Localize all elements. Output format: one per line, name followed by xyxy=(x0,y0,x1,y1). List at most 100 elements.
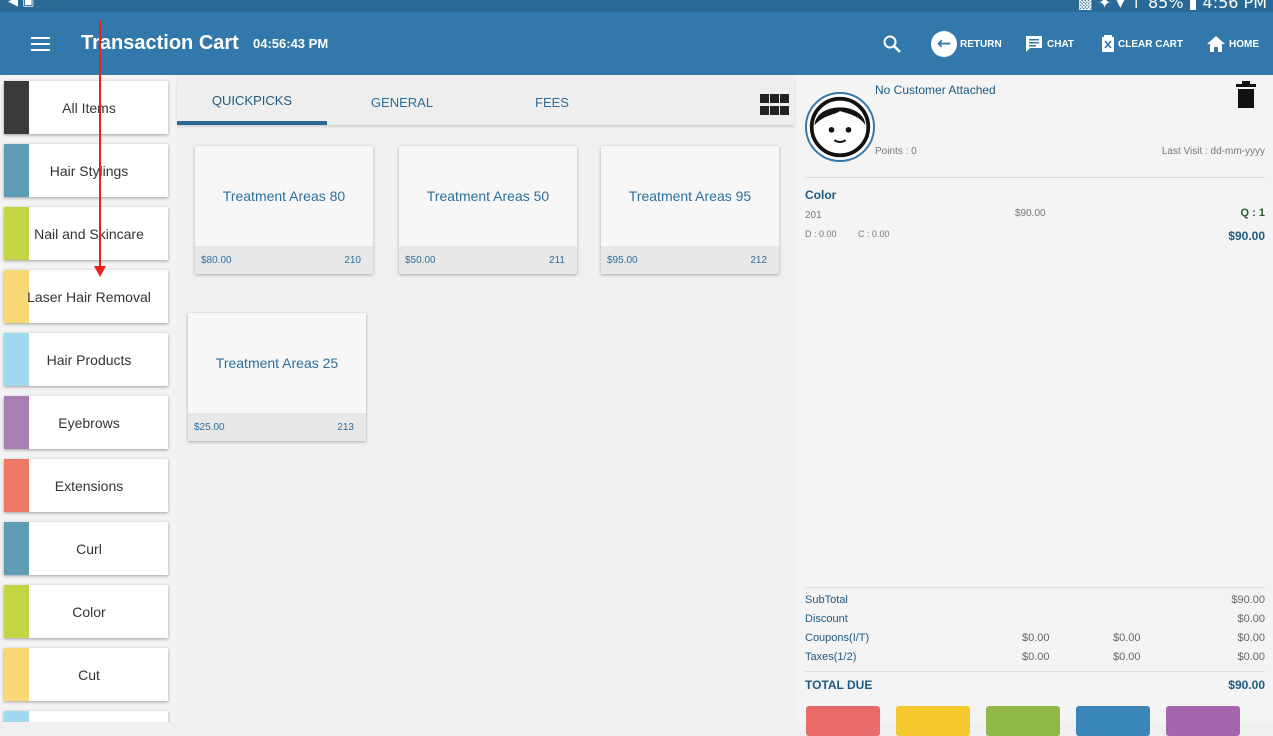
category-extensions[interactable]: Extensions xyxy=(4,459,168,512)
clear-cart-label: CLEAR CART xyxy=(1118,38,1183,50)
line-item-total: $90.00 xyxy=(1228,229,1265,243)
return-icon: ← xyxy=(931,31,957,57)
product-name: Treatment Areas 80 xyxy=(222,188,346,204)
category-label: Curl xyxy=(76,540,102,557)
line-item-qty: Q : 1 xyxy=(1240,207,1265,219)
category-nail-and-skincare[interactable]: Nail and Skincare xyxy=(4,207,168,260)
category-partial[interactable] xyxy=(4,711,168,722)
category-curl[interactable]: Curl xyxy=(4,522,168,575)
line-item-code: 201 xyxy=(805,210,822,221)
return-label: RETURN xyxy=(960,38,1002,50)
coupons-label: Coupons(I/T) xyxy=(805,632,870,644)
payment-button-5[interactable] xyxy=(1166,706,1240,736)
discount-value: $0.00 xyxy=(1237,613,1265,625)
tab-quickpicks[interactable]: QUICKPICKS xyxy=(177,80,327,125)
cart-panel: No Customer Attached Points : 0 Last Vis… xyxy=(797,75,1273,736)
home-button[interactable]: HOME xyxy=(1206,30,1259,58)
total-due-row: TOTAL DUE $90.00 xyxy=(805,678,1265,692)
taxes-label: Taxes(1/2) xyxy=(805,651,857,663)
chat-icon xyxy=(1026,36,1042,52)
customer-name[interactable]: No Customer Attached xyxy=(875,83,996,97)
page-title: Transaction Cart xyxy=(81,32,239,54)
discount-row: Discount $0.00 xyxy=(805,613,1265,631)
product-card[interactable]: Treatment Areas 80 $80.00 210 xyxy=(195,146,373,274)
coupons-row: Coupons(I/T) $0.00 $0.00 $0.00 xyxy=(805,632,1265,650)
total-due-value: $90.00 xyxy=(1228,678,1265,692)
category-hair-products[interactable]: Hair Products xyxy=(4,333,168,386)
annotation-arrowhead xyxy=(94,266,106,277)
chat-label: CHAT xyxy=(1047,38,1075,50)
chat-button[interactable]: CHAT xyxy=(1024,30,1074,58)
product-price: $80.00 xyxy=(201,255,232,266)
product-footer: $95.00 212 xyxy=(601,246,779,274)
taxes-row: Taxes(1/2) $0.00 $0.00 $0.00 xyxy=(805,651,1265,669)
cart-line-item[interactable]: Color 201 $90.00 Q : 1 D : 0.00 C : 0.00… xyxy=(797,183,1273,253)
coupons-item-value: $0.00 xyxy=(1022,632,1050,644)
line-item-coupon: C : 0.00 xyxy=(858,229,890,239)
customer-avatar-icon[interactable] xyxy=(805,92,875,162)
payment-button-3[interactable] xyxy=(986,706,1060,736)
coupons-value: $0.00 xyxy=(1237,632,1265,644)
category-eyebrows[interactable]: Eyebrows xyxy=(4,396,168,449)
product-tabs: QUICKPICKS GENERAL FEES xyxy=(177,80,794,125)
customer-points: Points : 0 xyxy=(875,146,917,157)
search-icon xyxy=(883,35,901,53)
category-sidebar: All Items Hair Stylings Nail and Skincar… xyxy=(0,75,176,722)
category-cut[interactable]: Cut xyxy=(4,648,168,701)
tax2-value: $0.00 xyxy=(1113,651,1141,663)
category-label: Color xyxy=(72,603,106,620)
category-hair-stylings[interactable]: Hair Stylings xyxy=(4,144,168,197)
status-left-icons: ◀ ▣ xyxy=(8,0,35,9)
payment-button-4[interactable] xyxy=(1076,706,1150,736)
divider xyxy=(805,671,1265,672)
line-item-name: Color xyxy=(805,188,837,202)
category-label: Cut xyxy=(78,666,100,683)
product-code: 213 xyxy=(337,422,354,433)
category-label: Hair Stylings xyxy=(49,162,129,179)
product-footer: $25.00 213 xyxy=(188,413,366,441)
category-label: Nail and Skincare xyxy=(34,225,144,242)
total-due-label: TOTAL DUE xyxy=(805,678,873,692)
category-color[interactable]: Color xyxy=(4,585,168,638)
product-footer: $50.00 211 xyxy=(399,246,577,274)
product-card[interactable]: Treatment Areas 95 $95.00 212 xyxy=(601,146,779,274)
tab-general[interactable]: GENERAL xyxy=(327,80,477,125)
app-bar: Transaction Cart 04:56:43 PM ← RETURN CH… xyxy=(0,12,1273,75)
status-right-info: ▩ ✦ ▾ ↑ 85% ▮ 4:56 PM xyxy=(1077,0,1267,12)
product-code: 211 xyxy=(549,255,565,266)
product-footer: $80.00 210 xyxy=(195,246,373,274)
subtotal-row: SubTotal $90.00 xyxy=(805,594,1265,612)
line-item-price: $90.00 xyxy=(1015,208,1046,219)
home-icon xyxy=(1207,36,1225,52)
return-button[interactable]: ← RETURN xyxy=(931,30,1002,58)
payment-button-1[interactable] xyxy=(806,706,880,736)
clear-cart-button[interactable]: CLEAR CART xyxy=(1101,30,1183,58)
discount-label: Discount xyxy=(805,613,848,625)
annotation-arrow xyxy=(99,20,101,268)
taxes-value: $0.00 xyxy=(1237,651,1265,663)
product-card[interactable]: Treatment Areas 50 $50.00 211 xyxy=(399,146,577,274)
subtotal-label: SubTotal xyxy=(805,594,848,606)
product-name: Treatment Areas 95 xyxy=(628,188,752,204)
subtotal-value: $90.00 xyxy=(1231,594,1265,606)
customer-last-visit: Last Visit : dd-mm-yyyy xyxy=(1161,146,1265,157)
clock: 04:56:43 PM xyxy=(253,36,329,51)
tab-fees[interactable]: FEES xyxy=(477,80,627,125)
menu-icon[interactable] xyxy=(31,37,50,51)
payment-button-2[interactable] xyxy=(896,706,970,736)
product-name: Treatment Areas 25 xyxy=(215,355,339,371)
product-price: $95.00 xyxy=(607,255,638,266)
status-bar: ◀ ▣ ▩ ✦ ▾ ↑ 85% ▮ 4:56 PM xyxy=(0,0,1273,12)
tax1-value: $0.00 xyxy=(1022,651,1050,663)
category-laser-hair-removal[interactable]: Laser Hair Removal xyxy=(4,270,168,323)
category-all-items[interactable]: All Items xyxy=(4,81,168,134)
product-card[interactable]: Treatment Areas 25 $25.00 213 xyxy=(188,313,366,441)
grid-view-icon[interactable] xyxy=(760,94,790,116)
delete-customer-icon[interactable] xyxy=(1236,81,1256,109)
search-button[interactable] xyxy=(882,30,902,58)
category-label: Extensions xyxy=(54,477,124,494)
coupons-ticket-value: $0.00 xyxy=(1113,632,1141,644)
category-label xyxy=(4,711,168,722)
product-name: Treatment Areas 50 xyxy=(426,188,550,204)
divider xyxy=(805,177,1265,178)
